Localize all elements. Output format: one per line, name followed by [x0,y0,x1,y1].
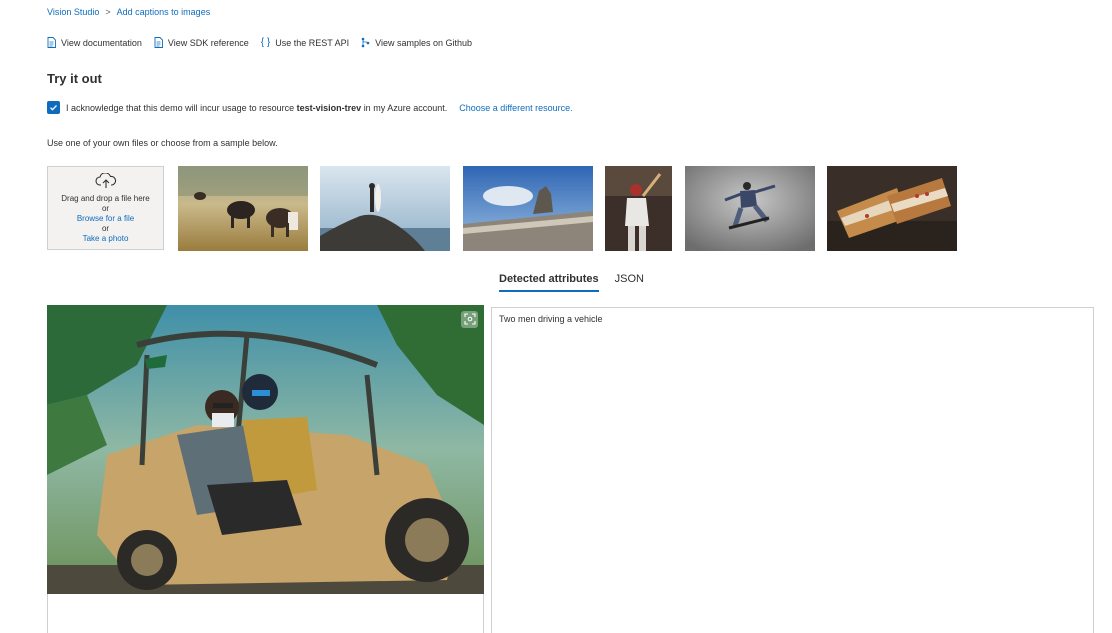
dropzone-or-1: or [101,204,110,213]
selected-image [47,305,484,594]
braces-icon: { } [260,37,271,48]
view-documentation-label: View documentation [61,37,142,48]
sample-image-statue[interactable] [463,166,593,251]
acknowledge-text: I acknowledge that this demo will incur … [66,103,447,113]
sample-image-cows[interactable] [178,166,308,251]
dropzone-title: Drag and drop a file here [61,194,150,203]
sample-image-skateboarder[interactable] [685,166,815,251]
expand-image-button[interactable] [461,311,478,328]
browse-file-link[interactable]: Browse for a file [77,214,134,224]
view-sdk-reference-link[interactable]: View SDK reference [154,37,249,48]
caption-result: Two men driving a vehicle [499,314,603,324]
view-sdk-reference-label: View SDK reference [167,37,249,48]
acknowledge-text-before: I acknowledge that this demo will incur … [66,102,295,113]
sample-image-baseball[interactable] [605,166,672,251]
section-title: Try it out [47,71,102,86]
take-photo-link[interactable]: Take a photo [83,234,129,244]
file-dropzone[interactable]: Drag and drop a file here or Browse for … [47,166,164,250]
breadcrumb-separator: > [105,7,111,17]
focus-frame-icon [463,312,476,327]
document-icon [154,37,163,48]
view-samples-github-link[interactable]: View samples on Github [361,37,472,48]
tab-json[interactable]: JSON [615,273,644,292]
result-tabs: Detected attributes JSON [499,273,644,292]
cloud-upload-icon [94,172,117,192]
resource-links: View documentation View SDK reference { … [47,37,472,48]
checkmark-icon [50,105,57,111]
use-rest-api-link[interactable]: { } Use the REST API [261,37,349,48]
breadcrumb: Vision Studio > Add captions to images [47,7,210,17]
detected-attributes-panel: Two men driving a vehicle [491,307,1094,633]
breadcrumb-vision-studio[interactable]: Vision Studio [47,7,99,17]
resource-name: test-vision-trev [296,102,362,113]
acknowledge-text-after: in my Azure account. [363,102,448,113]
tab-detected-attributes[interactable]: Detected attributes [499,273,599,292]
breadcrumb-current[interactable]: Add captions to images [117,7,211,17]
dropzone-or-2: or [101,224,110,233]
view-documentation-link[interactable]: View documentation [47,37,142,48]
choose-different-resource-link[interactable]: Choose a different resource. [459,103,572,113]
view-samples-github-label: View samples on Github [375,37,472,48]
sample-image-sandwich[interactable] [827,166,957,251]
instructions-text: Use one of your own files or choose from… [47,138,278,148]
acknowledgement-row: I acknowledge that this demo will incur … [47,101,573,114]
sample-image-surfer[interactable] [320,166,450,251]
document-icon [47,37,56,48]
branch-icon [361,37,370,48]
acknowledge-checkbox[interactable] [47,101,60,114]
use-rest-api-label: Use the REST API [275,37,350,48]
